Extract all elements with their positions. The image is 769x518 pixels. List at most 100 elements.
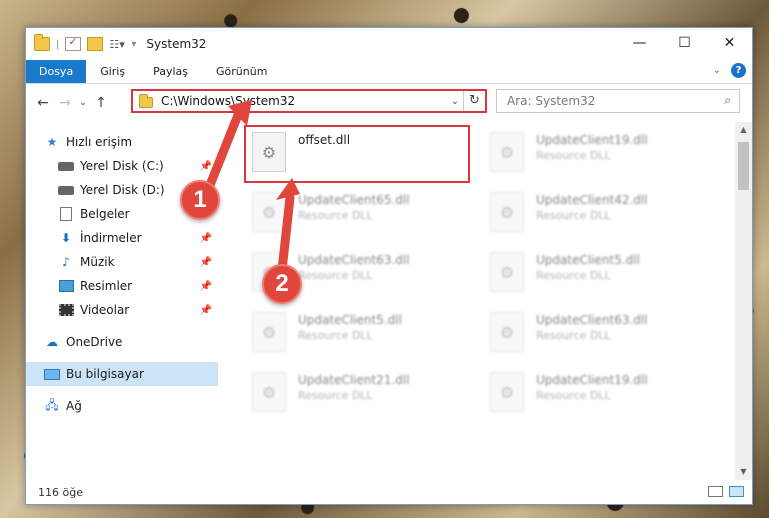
dll-file-icon: ⚙ <box>490 132 524 172</box>
new-folder-icon[interactable] <box>87 37 104 51</box>
file-item[interactable]: ⚙ UpdateClient42.dll Resource DLL <box>484 188 706 240</box>
dll-file-icon: ⚙ <box>252 372 286 412</box>
file-type: Resource DLL <box>536 269 611 282</box>
scrollbar-thumb[interactable] <box>738 142 749 190</box>
search-placeholder: Ara: System32 <box>507 94 596 108</box>
file-item[interactable]: ⚙ UpdateClient5.dll Resource DLL <box>484 248 706 300</box>
scroll-down-icon[interactable]: ▼ <box>735 464 752 480</box>
sidebar-item-quick-access[interactable]: ★ Hızlı erişim <box>26 130 218 154</box>
file-highlight-box <box>244 125 470 183</box>
dll-file-icon: ⚙ <box>490 252 524 292</box>
toolbar-divider: | <box>56 38 60 50</box>
document-icon <box>58 207 74 221</box>
picture-icon <box>58 279 74 293</box>
tab-file[interactable]: Dosya <box>26 60 87 83</box>
disk-icon <box>58 183 74 197</box>
up-arrow-icon[interactable]: ↑ <box>90 95 112 111</box>
address-bar[interactable]: C:\Windows\System32 ⌄ ↻ <box>131 89 487 113</box>
address-path[interactable]: C:\Windows\System32 <box>161 94 447 108</box>
callout-step-2: 2 <box>262 264 302 304</box>
status-bar: 116 öğe <box>26 480 752 504</box>
maximize-button[interactable]: ☐ <box>662 28 707 58</box>
sidebar-item-downloads[interactable]: ⬇ İndirmeler 📌 <box>26 226 218 250</box>
search-icon: ⌕ <box>724 93 731 107</box>
file-item[interactable]: ⚙ UpdateClient21.dll Resource DLL <box>246 368 468 420</box>
file-name: UpdateClient42.dll <box>536 193 648 207</box>
sidebar-item-pictures[interactable]: Resimler 📌 <box>26 274 218 298</box>
file-item[interactable]: ⚙ UpdateClient19.dll Resource DLL <box>484 128 706 180</box>
refresh-icon[interactable]: ↻ <box>463 91 485 111</box>
file-item[interactable]: ⚙ UpdateClient5.dll Resource DLL <box>246 308 468 360</box>
disk-icon <box>58 159 74 173</box>
tab-home[interactable]: Giriş <box>86 60 139 83</box>
sidebar-item-label: Belgeler <box>80 207 130 221</box>
sidebar-item-label: Bu bilgisayar <box>66 367 144 381</box>
file-type: Resource DLL <box>298 389 373 402</box>
file-item[interactable]: ⚙ UpdateClient65.dll Resource DLL <box>246 188 468 240</box>
back-arrow-icon[interactable]: ← <box>32 95 54 111</box>
pin-icon[interactable]: 📌 <box>200 281 212 292</box>
search-input[interactable]: Ara: System32 ⌕ <box>496 89 740 113</box>
file-name: UpdateClient5.dll <box>536 253 640 267</box>
view-options-icon[interactable]: ☷▾ <box>109 38 125 51</box>
expand-ribbon-icon[interactable]: ⌄ <box>713 65 721 76</box>
address-dropdown-icon[interactable]: ⌄ <box>447 96 463 107</box>
ribbon-tabs: Dosya Giriş Paylaş Görünüm ⌄ ? <box>26 60 752 84</box>
file-name: UpdateClient63.dll <box>536 313 648 327</box>
tab-view[interactable]: Görünüm <box>202 60 281 83</box>
file-type: Resource DLL <box>536 389 611 402</box>
pin-icon[interactable]: 📌 <box>200 305 212 316</box>
title-bar: | ☷▾ ▾ System32 — ☐ ✕ <box>26 28 752 60</box>
navigation-pane: ★ Hızlı erişim Yerel Disk (C:) 📌 Yerel D… <box>26 122 218 480</box>
callout-step-1: 1 <box>180 180 220 220</box>
recent-locations-icon[interactable]: ⌄ <box>76 98 90 108</box>
file-item[interactable]: ⚙ UpdateClient19.dll Resource DLL <box>484 368 706 420</box>
star-icon: ★ <box>46 135 58 149</box>
minimize-button[interactable]: — <box>617 28 662 58</box>
pin-icon[interactable]: 📌 <box>200 161 212 172</box>
window-controls: — ☐ ✕ <box>617 28 752 58</box>
file-name: UpdateClient65.dll <box>298 193 410 207</box>
vertical-scrollbar[interactable]: ▲ ▼ <box>735 122 752 480</box>
sidebar-item-label: OneDrive <box>66 335 123 349</box>
sidebar-item-onedrive[interactable]: ☁ OneDrive <box>26 330 218 354</box>
sidebar-item-label: Yerel Disk (C:) <box>80 159 164 173</box>
sidebar-item-network[interactable]: 🖧 Ağ <box>26 394 218 418</box>
sidebar-item-disk-c[interactable]: Yerel Disk (C:) 📌 <box>26 154 218 178</box>
navigation-bar: ← → ⌄ ↑ C:\Windows\System32 ⌄ ↻ Ara: Sys… <box>26 84 752 122</box>
help-icon[interactable]: ? <box>731 63 746 78</box>
sidebar-item-music[interactable]: ♪ Müzik 📌 <box>26 250 218 274</box>
content-area: ★ Hızlı erişim Yerel Disk (C:) 📌 Yerel D… <box>26 122 752 480</box>
pin-icon[interactable]: 📌 <box>200 233 212 244</box>
customize-toolbar-icon[interactable]: ▾ <box>131 39 136 50</box>
sidebar-item-label: Resimler <box>80 279 133 293</box>
sidebar-item-label: Hızlı erişim <box>66 135 133 149</box>
quick-access-toolbar: | ☷▾ ▾ <box>26 34 136 51</box>
forward-arrow-icon[interactable]: → <box>54 95 76 111</box>
folder-icon <box>139 93 153 108</box>
file-name: UpdateClient21.dll <box>298 373 410 387</box>
file-name: UpdateClient19.dll <box>536 133 648 147</box>
file-type: Resource DLL <box>298 329 373 342</box>
file-item[interactable]: ⚙ UpdateClient63.dll Resource DLL <box>484 308 706 360</box>
sidebar-item-videos[interactable]: Videolar 📌 <box>26 298 218 322</box>
dll-file-icon: ⚙ <box>490 312 524 352</box>
properties-icon[interactable] <box>65 35 82 51</box>
scroll-up-icon[interactable]: ▲ <box>735 122 752 138</box>
sidebar-item-label: Ağ <box>66 399 82 413</box>
tab-share[interactable]: Paylaş <box>139 60 202 83</box>
computer-icon <box>44 367 60 381</box>
details-view-icon[interactable] <box>708 486 723 497</box>
pin-icon[interactable]: 📌 <box>200 257 212 268</box>
sidebar-item-this-pc[interactable]: Bu bilgisayar <box>26 362 218 386</box>
dll-file-icon: ⚙ <box>490 192 524 232</box>
view-toggle <box>708 486 744 497</box>
file-type: Resource DLL <box>536 329 611 342</box>
file-type: Resource DLL <box>298 209 373 222</box>
sidebar-item-label: İndirmeler <box>80 231 142 245</box>
folder-icon <box>34 34 50 51</box>
close-button[interactable]: ✕ <box>707 28 752 58</box>
network-icon: 🖧 <box>45 397 59 412</box>
file-type: Resource DLL <box>298 269 373 282</box>
tiles-view-icon[interactable] <box>729 486 744 497</box>
